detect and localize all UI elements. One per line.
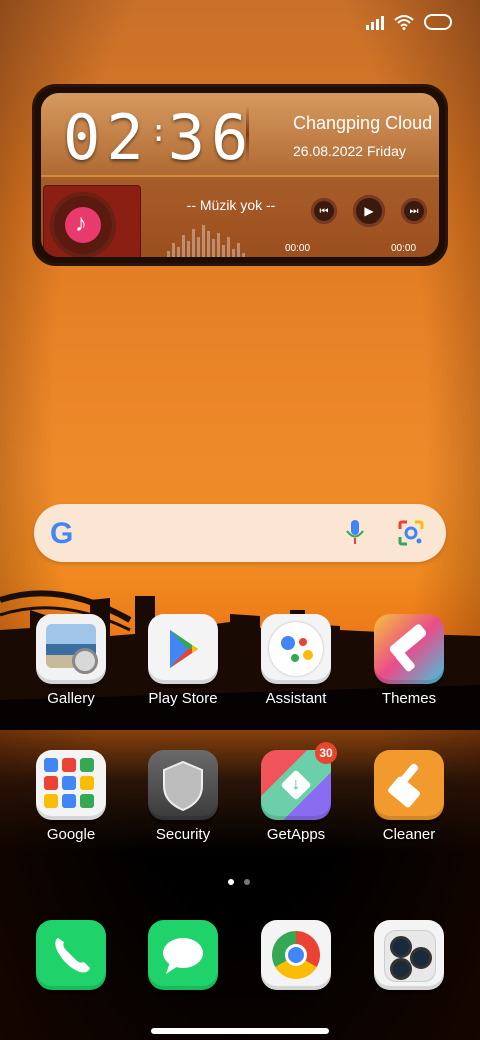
- previous-button[interactable]: ⏮: [311, 198, 337, 224]
- home-gesture-bar[interactable]: [151, 1028, 329, 1034]
- assistant-icon: [261, 614, 331, 684]
- themes-icon: [374, 614, 444, 684]
- app-gallery[interactable]: Gallery: [15, 614, 127, 707]
- cleaner-brush-icon: [374, 750, 444, 820]
- music-app-icon: ♪: [50, 192, 116, 257]
- app-assistant[interactable]: Assistant: [240, 614, 352, 707]
- previous-icon: ⏮: [319, 205, 329, 217]
- app-cleaner[interactable]: Cleaner: [353, 750, 465, 843]
- app-themes[interactable]: Themes: [353, 614, 465, 707]
- date-label: 26.08.2022 Friday: [293, 143, 406, 159]
- elapsed-time: 00:00: [285, 243, 311, 254]
- play-icon: ▶: [364, 204, 374, 218]
- camera-icon: [374, 920, 444, 990]
- clock-display: 02:36: [63, 101, 255, 174]
- google-logo-icon: G: [50, 517, 74, 550]
- google-search-bar[interactable]: G: [34, 504, 446, 562]
- album-art[interactable]: ♪: [43, 185, 141, 257]
- app-google-folder[interactable]: Google: [15, 750, 127, 843]
- chrome-icon: [261, 920, 331, 990]
- getapps-icon: ↓ 30: [261, 742, 337, 820]
- notification-badge: 30: [315, 742, 337, 764]
- cellular-signal-icon: [366, 14, 384, 30]
- messages-icon: [148, 920, 218, 990]
- voice-search-icon[interactable]: [346, 520, 364, 546]
- page-dot-active[interactable]: [228, 879, 234, 885]
- wifi-icon: [394, 15, 414, 30]
- dock-camera[interactable]: [353, 920, 465, 990]
- security-shield-icon: [148, 750, 218, 820]
- play-store-icon: [148, 614, 218, 684]
- gallery-icon: [36, 614, 106, 684]
- page-indicator: [228, 879, 250, 885]
- next-button[interactable]: ⏭: [401, 198, 427, 224]
- google-lens-icon[interactable]: [398, 520, 424, 546]
- playback-controls: ⏮ ▶ ⏭: [311, 195, 427, 227]
- status-bar: [366, 14, 452, 30]
- phone-icon: [36, 920, 106, 990]
- app-getapps[interactable]: ↓ 30 GetApps: [240, 742, 352, 843]
- battery-icon: [424, 14, 452, 30]
- page-dot[interactable]: [244, 879, 250, 885]
- dock-phone[interactable]: [15, 920, 127, 990]
- next-icon: ⏭: [409, 205, 419, 217]
- dock-chrome[interactable]: [240, 920, 352, 990]
- weather-city: Changping Cloud: [293, 113, 433, 133]
- app-play-store[interactable]: Play Store: [127, 614, 239, 707]
- divider: [246, 105, 249, 163]
- dock-messages[interactable]: [127, 920, 239, 990]
- play-button[interactable]: ▶: [353, 195, 385, 227]
- app-security[interactable]: Security: [127, 750, 239, 843]
- google-folder-icon: [36, 750, 106, 820]
- audio-visualizer: [167, 221, 277, 257]
- total-time: 00:00: [391, 243, 417, 254]
- clock-music-widget[interactable]: 02:36 Changping Cloud 26.08.2022 Friday …: [32, 84, 448, 266]
- track-title: -- Müzik yok --: [186, 197, 276, 213]
